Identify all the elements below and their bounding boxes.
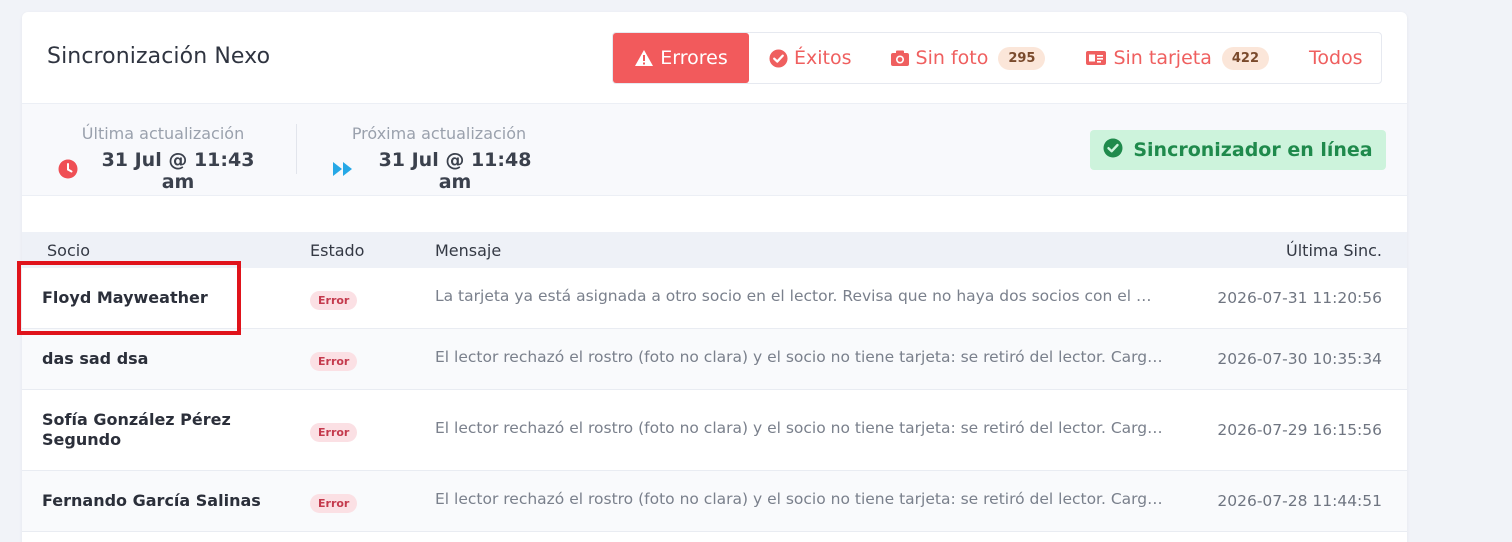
tab-sin-tarjeta[interactable]: Sin tarjeta 422 (1085, 33, 1269, 83)
error-badge: Error (310, 494, 358, 513)
tab-exitos-label: Éxitos (794, 47, 852, 69)
sync-card: Sincronización Nexo Errores Éxitos Sin f… (22, 12, 1407, 542)
next-update: Próxima actualización 31 Jul @ 11:48 am (332, 124, 546, 193)
sync-table: Socio Estado Mensaje Última Sinc. Floyd … (22, 232, 1407, 532)
column-header-mensaje[interactable]: Mensaje (435, 241, 501, 260)
sin-foto-count-badge: 295 (998, 46, 1046, 70)
clock-icon (58, 159, 78, 184)
next-update-value: 31 Jul @ 11:48 am (378, 149, 532, 193)
row-fecha: 2026-07-31 11:20:56 (1217, 289, 1382, 307)
tab-exitos[interactable]: Éxitos (769, 33, 852, 83)
tab-todos-label: Todos (1309, 47, 1363, 69)
row-estado: Error (310, 492, 358, 513)
row-socio[interactable]: Floyd Mayweather (42, 288, 262, 308)
online-status-label: Sincronizador en línea (1133, 139, 1373, 161)
tab-sin-foto[interactable]: Sin foto 295 (890, 33, 1046, 83)
row-socio[interactable]: Fernando García Salinas (42, 491, 262, 511)
row-mensaje: El lector rechazó el rostro (foto no cla… (435, 490, 1165, 508)
row-estado: Error (310, 350, 358, 371)
page-title: Sincronización Nexo (47, 44, 271, 69)
check-circle-icon (769, 48, 788, 68)
sync-divider (296, 124, 297, 174)
card-header: Sincronización Nexo Errores Éxitos Sin f… (22, 12, 1407, 104)
tab-sin-tarjeta-label: Sin tarjeta (1113, 47, 1212, 69)
row-mensaje: El lector rechazó el rostro (foto no cla… (435, 419, 1165, 437)
last-update-value: 31 Jul @ 11:43 am (101, 149, 255, 193)
tab-errores-label: Errores (660, 46, 728, 69)
warning-icon (634, 49, 654, 67)
filter-tabs: Errores Éxitos Sin foto 295 Sin tarjeta (612, 32, 1382, 84)
online-status-badge: Sincronizador en línea (1090, 130, 1386, 170)
error-badge: Error (310, 423, 358, 442)
table-header: Socio Estado Mensaje Última Sinc. (22, 232, 1407, 268)
column-header-ultima-sinc[interactable]: Última Sinc. (1286, 241, 1382, 260)
table-row[interactable]: das sad dsa Error El lector rechazó el r… (22, 329, 1407, 390)
sync-status-bar: Última actualización 31 Jul @ 11:43 am P… (22, 104, 1407, 196)
sin-tarjeta-count-badge: 422 (1221, 46, 1269, 70)
row-fecha: 2026-07-30 10:35:34 (1217, 350, 1382, 368)
row-socio[interactable]: das sad dsa (42, 349, 262, 369)
last-update: Última actualización 31 Jul @ 11:43 am (58, 124, 268, 193)
fast-forward-icon (332, 160, 354, 182)
row-mensaje: La tarjeta ya está asignada a otro socio… (435, 287, 1165, 305)
id-card-icon (1085, 49, 1107, 67)
column-header-estado[interactable]: Estado (310, 241, 364, 260)
row-estado: Error (310, 289, 358, 310)
table-row[interactable]: Fernando García Salinas Error El lector … (22, 471, 1407, 532)
row-mensaje: El lector rechazó el rostro (foto no cla… (435, 348, 1165, 366)
column-header-socio[interactable]: Socio (47, 241, 90, 260)
error-badge: Error (310, 352, 358, 371)
row-socio[interactable]: Sofía González Pérez Segundo (42, 410, 242, 450)
tab-errores[interactable]: Errores (613, 32, 749, 83)
tab-sin-foto-label: Sin foto (915, 47, 989, 69)
last-update-label: Última actualización (81, 124, 245, 143)
row-estado: Error (310, 421, 358, 442)
table-row[interactable]: Sofía González Pérez Segundo Error El le… (22, 390, 1407, 471)
camera-icon (890, 49, 910, 67)
next-update-label: Próxima actualización (351, 124, 527, 143)
error-badge: Error (310, 291, 358, 310)
row-fecha: 2026-07-29 16:15:56 (1217, 421, 1382, 439)
check-circle-icon (1103, 138, 1123, 163)
row-fecha: 2026-07-28 11:44:51 (1217, 492, 1382, 510)
table-row[interactable]: Floyd Mayweather Error La tarjeta ya est… (22, 268, 1407, 329)
tab-todos[interactable]: Todos (1309, 33, 1363, 83)
